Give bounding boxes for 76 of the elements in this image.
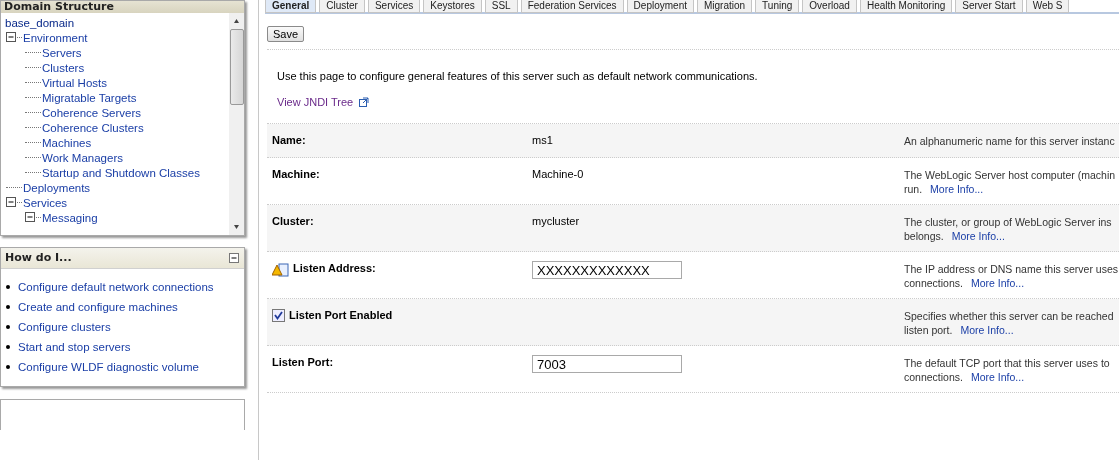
scrollbar[interactable]: [229, 13, 244, 235]
collapse-icon[interactable]: [6, 197, 17, 208]
tab[interactable]: Services: [367, 0, 421, 13]
field-label: Listen Port:: [272, 356, 334, 368]
field-value: Machine-0: [532, 168, 584, 180]
tree-item[interactable]: Migratable Targets: [41, 91, 137, 104]
tab[interactable]: Cluster: [319, 0, 365, 13]
checkbox[interactable]: [272, 309, 285, 322]
tree-item[interactable]: Coherence Clusters: [41, 121, 144, 134]
collapse-icon[interactable]: [25, 212, 36, 223]
tree-item[interactable]: Messaging: [41, 211, 98, 224]
tree-item[interactable]: Machines: [41, 136, 92, 149]
collapse-icon[interactable]: [229, 253, 239, 263]
field-label: Listen Port Enabled: [289, 309, 393, 321]
help-link[interactable]: Configure clusters: [18, 321, 111, 333]
tab[interactable]: Federation Services: [520, 0, 624, 13]
tab[interactable]: SSL: [484, 0, 518, 13]
field-description: The WebLogic Server host computer (machin: [904, 169, 1117, 181]
more-info-link[interactable]: More Info...: [970, 371, 1025, 383]
tree-item[interactable]: Environment: [22, 31, 88, 44]
field-description: An alphanumeric name for this server instanc: [904, 135, 1116, 147]
panel-title: How do I...: [5, 252, 72, 264]
tree-item[interactable]: Work Managers: [41, 151, 123, 164]
more-info-link[interactable]: More Info...: [960, 324, 1014, 336]
tree-item[interactable]: Virtual Hosts: [41, 76, 107, 89]
field-label: Listen Address:: [293, 262, 376, 274]
tree-item[interactable]: Startup and Shutdown Classes: [41, 166, 200, 179]
save-button[interactable]: Save: [267, 26, 305, 42]
field-description: belongs.: [904, 230, 944, 242]
tab[interactable]: Health Monitoring: [859, 0, 953, 13]
help-link[interactable]: Configure default network connections: [18, 281, 214, 293]
tree-item[interactable]: Clusters: [41, 61, 85, 74]
field-value: ms1: [532, 134, 553, 146]
tab[interactable]: Tuning: [755, 0, 800, 13]
more-info-link[interactable]: More Info...: [930, 183, 984, 195]
field-description: Specifies whether this server can be reached: [904, 310, 1115, 322]
jndi-link[interactable]: View JNDI Tree: [277, 96, 354, 108]
tree-item[interactable]: Services: [22, 196, 68, 209]
bullet-icon: [6, 285, 10, 289]
tree-item[interactable]: Servers: [41, 46, 82, 59]
help-link[interactable]: Start and stop servers: [18, 341, 131, 353]
more-info-link[interactable]: More Info...: [970, 277, 1025, 289]
input-field[interactable]: 7003: [532, 355, 682, 373]
tab[interactable]: Keystores: [423, 0, 482, 13]
field-description: connections.: [904, 371, 963, 383]
field-description: listen port.: [904, 324, 953, 336]
help-link[interactable]: Configure WLDF diagnostic volume: [18, 361, 199, 373]
field-value: mycluster: [532, 215, 580, 227]
field-description: The cluster, or group of WebLogic Server ins: [904, 216, 1113, 228]
tab[interactable]: Overload: [802, 0, 857, 13]
help-link[interactable]: Create and configure machines: [18, 301, 178, 313]
collapse-icon[interactable]: [6, 32, 17, 43]
field-label: Name:: [272, 134, 306, 146]
tab[interactable]: Server Start: [955, 0, 1023, 13]
bullet-icon: [6, 365, 10, 369]
field-label: Cluster:: [272, 215, 314, 227]
intro-text: Use this page to configure general features of this server such as default network communications.: [277, 70, 759, 82]
field-description: connections.: [904, 277, 963, 289]
tab[interactable]: Deployment: [626, 0, 694, 13]
input-field[interactable]: XXXXXXXXXXXXX: [532, 261, 682, 279]
field-description: The default TCP port that this server uses to: [904, 357, 1111, 369]
bullet-icon: [6, 305, 10, 309]
field-description: run.: [904, 183, 923, 195]
field-description: The IP address or DNS name this server uses: [904, 263, 1119, 275]
bullet-icon: [6, 345, 10, 349]
more-info-link[interactable]: More Info...: [951, 230, 1005, 242]
external-link-icon[interactable]: [359, 97, 370, 107]
tree-item[interactable]: Coherence Servers: [41, 106, 142, 119]
tree-item[interactable]: base_domain: [4, 16, 75, 29]
bullet-icon: [6, 325, 10, 329]
tree-item[interactable]: Deployments: [22, 181, 91, 194]
tab[interactable]: Web S: [1025, 0, 1070, 13]
tab[interactable]: General: [265, 0, 317, 13]
tab[interactable]: Migration: [696, 0, 753, 13]
panel-title: Domain Structure: [4, 1, 114, 13]
field-label: Machine:: [272, 168, 320, 180]
